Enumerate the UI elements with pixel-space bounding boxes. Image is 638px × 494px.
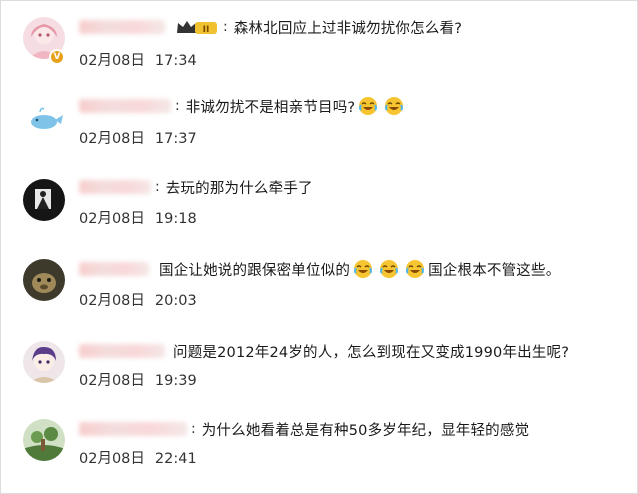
laugh-cry-emoji-icon (358, 96, 378, 116)
laugh-cry-emoji-icon (405, 259, 425, 279)
colon: : (155, 179, 160, 195)
colon: : (191, 421, 196, 437)
laugh-cry-emoji-icon (353, 259, 373, 279)
comment-item: 国企让她说的跟保密单位似的 国企根本不管这些。 02月08日 20:03 (1, 249, 638, 329)
colon: : (223, 19, 228, 35)
laugh-cry-emoji-icon (384, 96, 404, 116)
comment-text: 去玩的那为什么牵手了 (165, 180, 313, 197)
username-redacted[interactable] (79, 422, 187, 436)
comment-timestamp: 02月08日 20:03 (79, 293, 197, 309)
username-redacted[interactable] (79, 20, 165, 34)
comment-text: 非诚勿扰不是相亲节目吗? (185, 99, 356, 116)
laugh-cry-emoji-icon (379, 259, 399, 279)
whale-avatar-icon[interactable] (23, 97, 65, 139)
plant-avatar-icon[interactable] (23, 419, 65, 461)
comment-item: : 为什么她看着总是有种50多岁年纪，显年轻的感觉 02月08日 22:41 (1, 411, 638, 491)
animal-avatar-icon[interactable] (23, 259, 65, 301)
username-redacted[interactable] (79, 262, 149, 276)
verified-badge-icon: V (49, 49, 65, 65)
crown-level-badge-icon: II (175, 18, 219, 36)
colon: : (175, 98, 180, 114)
comment-list: V II : 森林北回应上过非诚勿扰你怎么看? 02月08日 17:34 : 非诚… (0, 0, 638, 494)
comment-item: V II : 森林北回应上过非诚勿扰你怎么看? 02月08日 17:34 (1, 7, 638, 87)
comment-item: : 非诚勿扰不是相亲节目吗? 02月08日 17:37 (1, 87, 638, 167)
comment-text: 森林北回应上过非诚勿扰你怎么看? (233, 20, 463, 37)
comment-text: 问题是2012年24岁的人，怎么到现在又变成1990年出生呢? (173, 344, 570, 361)
comment-text: 为什么她看着总是有种50多岁年纪，显年轻的感觉 (201, 422, 530, 439)
comment-text-continued: 国企根本不管这些。 (428, 262, 561, 279)
anime-boy-avatar-icon[interactable] (23, 341, 65, 383)
comment-item: : 去玩的那为什么牵手了 02月08日 19:18 (1, 167, 638, 247)
comment-timestamp: 02月08日 17:37 (79, 131, 197, 147)
comment-item: 问题是2012年24岁的人，怎么到现在又变成1990年出生呢? 02月08日 19… (1, 331, 638, 411)
comment-timestamp: 02月08日 22:41 (79, 451, 197, 467)
comment-text: 国企让她说的跟保密单位似的 (159, 262, 351, 279)
dark-photo-avatar-icon[interactable] (23, 179, 65, 221)
username-redacted[interactable] (79, 180, 151, 194)
username-redacted[interactable] (79, 99, 171, 113)
comment-timestamp: 02月08日 17:34 (79, 53, 197, 69)
username-redacted[interactable] (79, 344, 165, 358)
svg-text:II: II (203, 25, 210, 35)
comment-timestamp: 02月08日 19:18 (79, 211, 197, 227)
comment-timestamp: 02月08日 19:39 (79, 373, 197, 389)
